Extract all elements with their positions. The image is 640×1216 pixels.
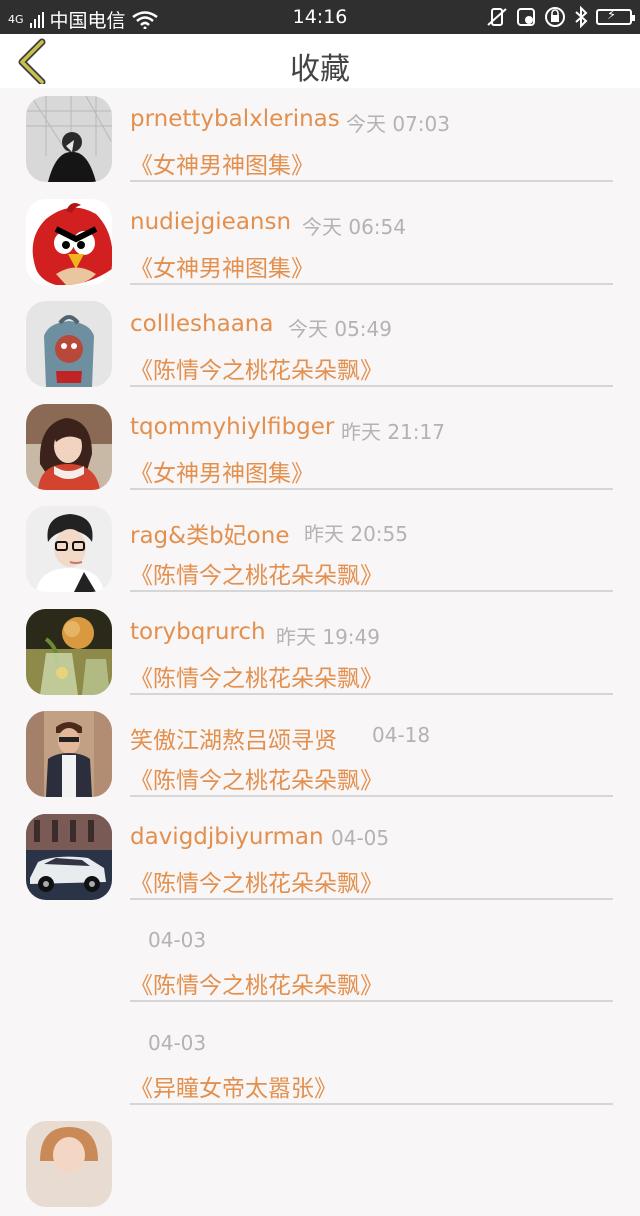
user-name: prnettybalxlerinas (130, 106, 340, 132)
status-right: ⚡ (486, 6, 635, 28)
user-name: davigdjbiyurman (130, 823, 324, 850)
avatar[interactable] (26, 1121, 112, 1207)
list-item[interactable]: nudiejgieansn 今天 06:54 《女神男神图集》 (0, 191, 640, 294)
list-item[interactable]: collleshaana 今天 05:49 《陈情今之桃花朵朵飘》 (0, 293, 640, 396)
divider (130, 795, 613, 797)
battery-icon: ⚡ (596, 8, 635, 25)
vibrate-off-icon (487, 8, 507, 26)
divider (130, 1102, 613, 1105)
user-name: 笑傲江湖熬吕颂寻贤 (130, 728, 337, 754)
book-title[interactable]: 《陈情今之桃花朵朵飘》 (130, 351, 383, 385)
book-title[interactable]: 《女神男神图集》 (130, 454, 314, 488)
divider (130, 590, 613, 592)
timestamp: 昨天 21:17 (341, 419, 445, 444)
divider (130, 385, 613, 387)
divider (130, 487, 613, 490)
timestamp: 04-05 (331, 825, 390, 850)
divider (130, 897, 613, 900)
list-item[interactable]: rag&类b妃one 昨天 20:55 《陈情今之桃花朵朵飘》 (0, 498, 640, 601)
list-item[interactable]: 04-03 《陈情今之桃花朵朵飘》 (0, 908, 640, 1011)
list-item[interactable]: prnettybalxlerinas 今天 07:03 《女神男神图集》 (0, 88, 640, 191)
divider (130, 1000, 613, 1002)
timestamp: 04-03 (148, 928, 207, 952)
timestamp: 今天 05:49 (288, 317, 392, 341)
status-bar: 4G 中国电信 14:16 ⚡ (0, 0, 640, 34)
user-name: rag&类b妃one (130, 523, 290, 549)
bluetooth-icon (575, 6, 588, 28)
user-name: collleshaana (130, 311, 274, 337)
book-title[interactable]: 《陈情今之桃花朵朵飘》 (130, 761, 383, 795)
avatar[interactable] (26, 403, 112, 490)
timestamp: 今天 07:03 (346, 112, 450, 136)
avatar[interactable] (26, 711, 112, 797)
avatar[interactable] (26, 301, 112, 387)
book-title[interactable]: 《陈情今之桃花朵朵飘》 (130, 659, 383, 693)
divider (130, 692, 613, 695)
rotation-lock-icon (545, 7, 565, 27)
timestamp: 04-18 (372, 723, 431, 747)
book-title[interactable]: 《陈情今之桃花朵朵飘》 (130, 966, 383, 1000)
avatar[interactable] (26, 506, 112, 592)
favorites-list: prnettybalxlerinas 今天 07:03 《女神男神图集》 nud… (0, 88, 640, 1216)
header-bar: 收藏 (0, 34, 640, 88)
user-name: torybqrurch (130, 618, 266, 645)
book-title[interactable]: 《陈情今之桃花朵朵飘》 (130, 556, 383, 590)
list-item[interactable]: 笑傲江湖熬吕颂寻贤 04-18 《陈情今之桃花朵朵飘》 (0, 703, 640, 806)
book-title[interactable]: 《女神男神图集》 (130, 146, 314, 180)
user-name: tqommyhiylfibger (130, 413, 335, 440)
list-item[interactable]: 04-03 《异瞳女帝太嚣张》 (0, 1011, 640, 1114)
book-title[interactable]: 《女神男神图集》 (130, 249, 314, 283)
avatar[interactable] (26, 608, 112, 695)
timestamp: 今天 06:54 (302, 214, 406, 239)
list-item[interactable] (0, 1113, 640, 1216)
list-item[interactable]: tqommyhiylfibger 昨天 21:17 《女神男神图集》 (0, 396, 640, 499)
avatar[interactable] (26, 813, 112, 900)
avatar[interactable] (26, 96, 112, 182)
divider (130, 180, 613, 182)
list-item[interactable]: davigdjbiyurman 04-05 《陈情今之桃花朵朵飘》 (0, 806, 640, 909)
timestamp: 昨天 19:49 (276, 624, 380, 649)
timestamp: 昨天 20:55 (304, 522, 408, 546)
page-title: 收藏 (290, 52, 350, 87)
timestamp: 04-03 (148, 1030, 207, 1055)
divider (130, 282, 613, 285)
user-name: nudiejgieansn (130, 208, 292, 235)
data-saver-icon (517, 8, 535, 26)
book-title[interactable]: 《异瞳女帝太嚣张》 (130, 1069, 337, 1103)
avatar[interactable] (26, 198, 112, 285)
list-item[interactable]: torybqrurch 昨天 19:49 《陈情今之桃花朵朵飘》 (0, 601, 640, 704)
book-title[interactable]: 《陈情今之桃花朵朵飘》 (130, 864, 383, 898)
